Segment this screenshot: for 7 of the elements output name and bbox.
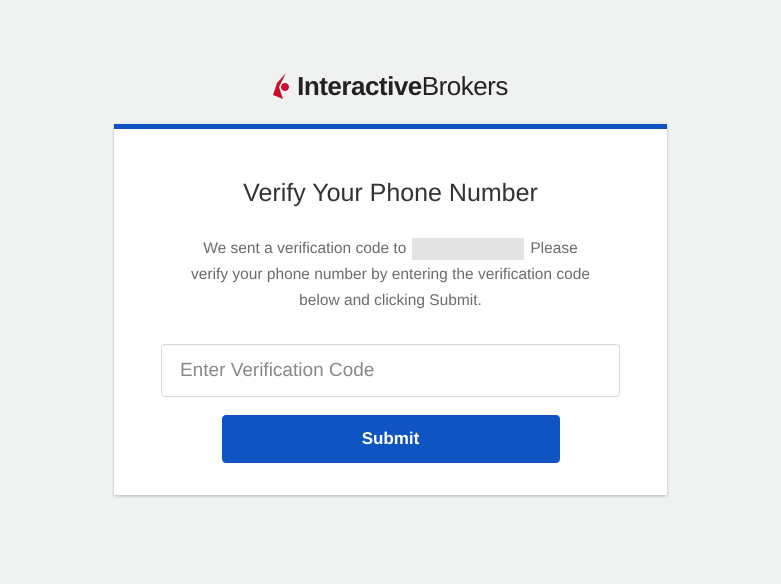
message-text: verify your phone number by entering the verification code below and clicking Submit. (190, 265, 591, 311)
message-text: Please (530, 239, 578, 259)
message-text: We sent a verification code to (203, 239, 406, 259)
code-input-field[interactable]: Enter Verification Code (161, 344, 620, 397)
submit-button[interactable]: Submit (222, 415, 560, 463)
card-title: Verify Your Phone Number (243, 179, 538, 208)
logo-text: InteractiveBrokers (297, 70, 508, 102)
